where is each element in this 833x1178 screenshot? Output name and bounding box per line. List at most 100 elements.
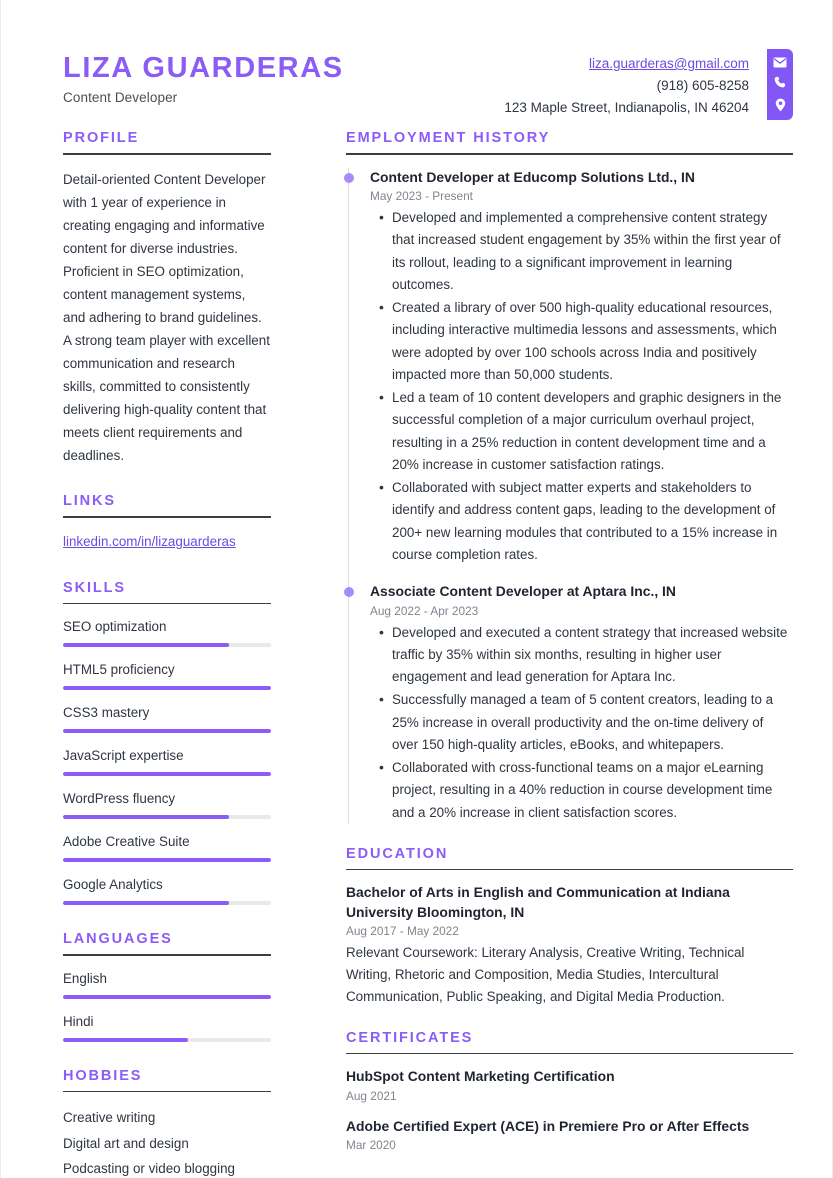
language-label: English: [63, 970, 107, 986]
employment-timeline: Content Developer at Educomp Solutions L…: [343, 167, 793, 824]
section-languages: LANGUAGES English Hindi: [63, 931, 271, 1042]
hobby-item: Digital art and design: [63, 1135, 189, 1151]
section-heading-skills: SKILLS: [63, 579, 126, 596]
page-title: LIZA GUARDERAS: [63, 52, 344, 84]
language-bar-fill: [63, 994, 271, 999]
hobby-item: Podcasting or video blogging: [63, 1160, 235, 1176]
skill-row: JavaScript expertise: [63, 746, 271, 777]
skill-row: WordPress fluency: [63, 789, 271, 820]
contact-block: liza.guarderas@gmail.com (918) 605-8258 …: [504, 53, 749, 119]
phone-icon: [774, 76, 787, 89]
employment-date: May 2023 - Present: [370, 189, 473, 204]
certificate-entry: HubSpot Content Marketing Certification …: [346, 1067, 793, 1102]
bullet-item: Led a team of 10 content developers and …: [379, 386, 793, 476]
education-entry: Bachelor of Arts in English and Communic…: [346, 883, 793, 1007]
section-divider: [346, 1052, 793, 1055]
certificate-date: Mar 2020: [346, 1138, 396, 1153]
section-heading-languages: LANGUAGES: [63, 931, 173, 948]
skill-bar-track: [63, 815, 271, 820]
skill-label: WordPress fluency: [63, 791, 176, 807]
skill-label: Adobe Creative Suite: [63, 834, 190, 850]
resume-header: LIZA GUARDERAS Content Developer liza.gu…: [1, 0, 832, 130]
certificate-title: Adobe Certified Expert (ACE) in Premiere…: [346, 1117, 750, 1134]
certificate-date: Aug 2021: [346, 1088, 397, 1103]
bullet-item: Developed and implemented a comprehensiv…: [379, 206, 793, 296]
certificate-title: HubSpot Content Marketing Certification: [346, 1068, 615, 1085]
section-heading-profile: PROFILE: [63, 130, 140, 146]
envelope-icon: [773, 57, 787, 68]
section-heading-hobbies: HOBBIES: [63, 1067, 143, 1084]
contact-address: 123 Maple Street, Indianapolis, IN 46204: [504, 100, 749, 115]
section-heading-employment: EMPLOYMENT HISTORY: [346, 130, 551, 146]
section-divider: [63, 153, 271, 155]
skill-row: Adobe Creative Suite: [63, 832, 271, 863]
skill-label: JavaScript expertise: [63, 748, 184, 764]
language-bar-fill: [63, 1037, 188, 1042]
skill-bar-fill: [63, 643, 230, 648]
name-block: LIZA GUARDERAS Content Developer: [63, 52, 344, 105]
main-column: EMPLOYMENT HISTORY Content Developer at …: [279, 130, 793, 1178]
section-divider: [346, 153, 793, 155]
skill-bar-track: [63, 901, 271, 906]
employment-entry: Associate Content Developer at Aptara In…: [343, 582, 793, 824]
section-employment-history: EMPLOYMENT HISTORY Content Developer at …: [343, 130, 793, 824]
education-title: Bachelor of Arts in English and Communic…: [346, 884, 730, 920]
section-links: LINKS linkedin.com/in/lizaguarderas: [63, 493, 271, 553]
timeline-dot-icon: [343, 172, 354, 183]
employment-title: Content Developer at Educomp Solutions L…: [370, 168, 695, 185]
employment-bullets: Developed and executed a content strateg…: [370, 621, 793, 824]
bullet-item: Successfully managed a team of 5 content…: [379, 688, 793, 756]
skill-row: CSS3 mastery: [63, 703, 271, 734]
hobby-item: Creative writing: [63, 1110, 156, 1126]
skill-bar-fill: [63, 815, 230, 820]
skill-bar-track: [63, 643, 271, 648]
employment-bullets: Developed and implemented a comprehensiv…: [370, 206, 793, 566]
skill-label: CSS3 mastery: [63, 705, 150, 721]
section-heading-education: EDUCATION: [346, 845, 449, 862]
skill-bar-track: [63, 686, 271, 691]
section-skills: SKILLS SEO optimization HTML5 proficienc…: [63, 580, 271, 906]
skill-bar-fill: [63, 901, 230, 906]
bullet-item: Created a library of over 500 high-quali…: [379, 296, 793, 386]
certificate-entry: Adobe Certified Expert (ACE) in Premiere…: [346, 1117, 793, 1152]
skill-bar-track: [63, 729, 271, 734]
section-hobbies: HOBBIES Creative writing Digital art and…: [63, 1068, 271, 1178]
job-title-subtitle: Content Developer: [63, 90, 178, 106]
section-divider: [63, 516, 271, 518]
timeline-dot-icon: [343, 587, 354, 598]
section-divider: [346, 868, 793, 871]
section-divider: [63, 954, 271, 956]
map-pin-icon: [775, 98, 786, 112]
sidebar-column: PROFILE Detail-oriented Content Develope…: [63, 130, 279, 1178]
employment-date: Aug 2022 - Apr 2023: [370, 603, 479, 618]
language-bar-track: [63, 994, 271, 999]
skill-label: SEO optimization: [63, 619, 167, 635]
language-row: English: [63, 969, 271, 999]
language-row: Hindi: [63, 1012, 271, 1042]
employment-title: Associate Content Developer at Aptara In…: [370, 583, 676, 600]
contact-email[interactable]: liza.guarderas@gmail.com: [504, 53, 749, 75]
resume-body: PROFILE Detail-oriented Content Develope…: [1, 130, 832, 1178]
bullet-item: Collaborated with subject matter experts…: [379, 476, 793, 566]
skill-bar-track: [63, 858, 271, 863]
contact-phone: (918) 605-8258: [656, 78, 749, 93]
section-heading-certificates: CERTIFICATES: [346, 1029, 474, 1046]
skill-row: Google Analytics: [63, 875, 271, 906]
bullet-item: Collaborated with cross-functional teams…: [379, 756, 793, 824]
language-label: Hindi: [63, 1013, 94, 1029]
section-certificates: CERTIFICATES HubSpot Content Marketing C…: [346, 1029, 793, 1152]
skill-bar-fill: [63, 729, 271, 734]
skill-row: HTML5 proficiency: [63, 660, 271, 691]
skill-bar-fill: [63, 772, 271, 777]
skill-bar-track: [63, 772, 271, 777]
skill-bar-fill: [63, 858, 271, 863]
profile-text: Detail-oriented Content Developer with 1…: [63, 171, 270, 464]
link-item[interactable]: linkedin.com/in/lizaguarderas: [63, 531, 271, 554]
skill-label: HTML5 proficiency: [63, 662, 175, 678]
resume-page: LIZA GUARDERAS Content Developer liza.gu…: [0, 0, 833, 1178]
bullet-item: Developed and executed a content strateg…: [379, 621, 793, 689]
section-education: EDUCATION Bachelor of Arts in English an…: [346, 846, 793, 1008]
employment-entry: Content Developer at Educomp Solutions L…: [343, 168, 793, 566]
skill-label: Google Analytics: [63, 877, 163, 893]
education-description: Relevant Coursework: Literary Analysis, …: [346, 945, 745, 1004]
